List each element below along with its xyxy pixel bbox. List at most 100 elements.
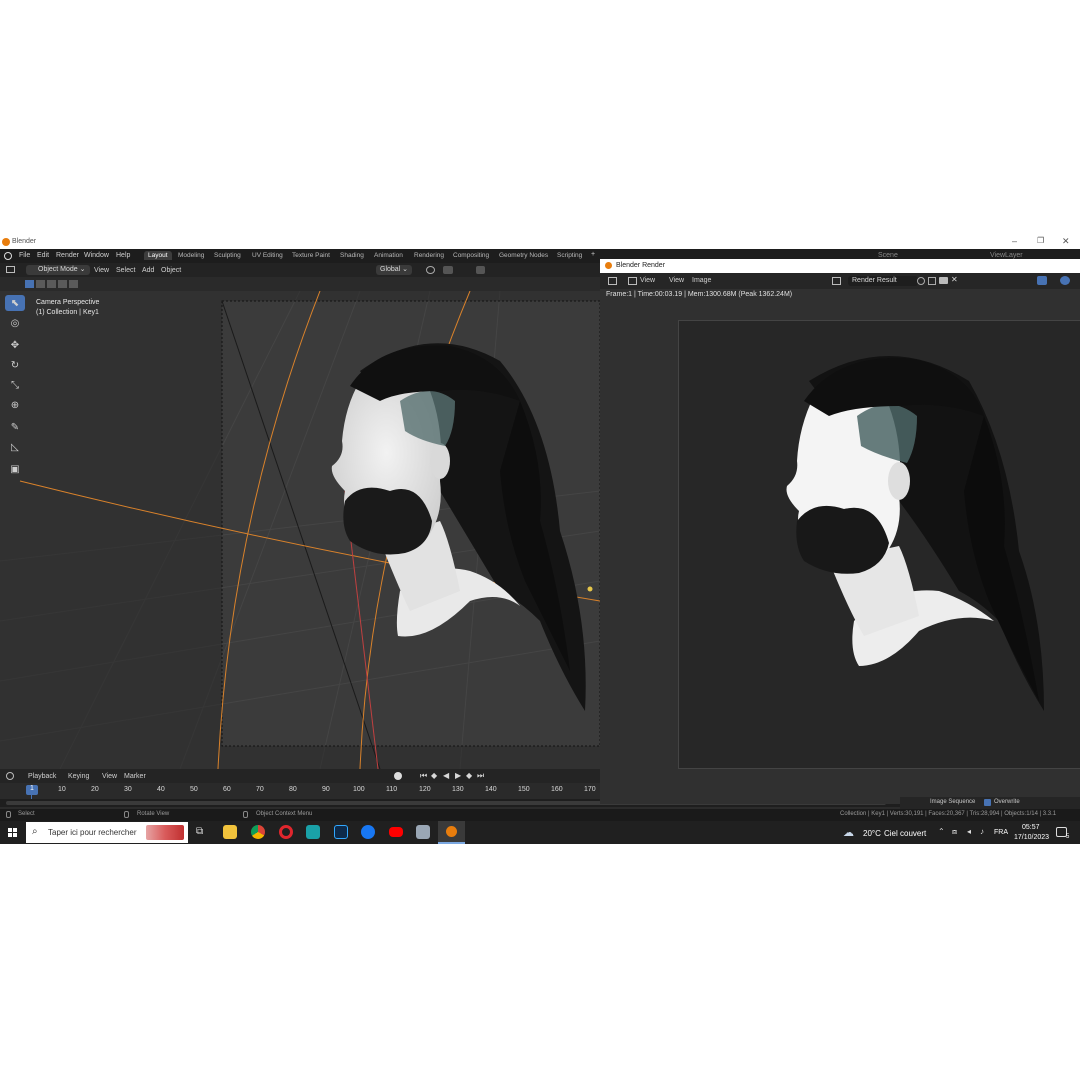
record-button[interactable] — [394, 772, 402, 780]
menu-help[interactable]: Help — [116, 252, 130, 259]
task-view-icon[interactable]: ⧉ — [196, 826, 203, 837]
photoshop-icon[interactable] — [334, 825, 348, 839]
render-menu-view[interactable]: View — [669, 277, 684, 284]
play-button[interactable]: ▶ — [455, 771, 461, 780]
clock-time[interactable]: 05:57 — [1022, 824, 1040, 831]
menu-edit[interactable]: Edit — [37, 252, 49, 259]
opera-icon[interactable] — [279, 825, 293, 839]
object-mode-dropdown[interactable]: Object Mode ⌄ — [26, 265, 90, 275]
overlay-toggle-icon[interactable] — [1060, 276, 1070, 285]
timeline-menu-marker[interactable]: Marker — [124, 773, 146, 780]
play-reverse-button[interactable]: ◀ — [443, 771, 449, 780]
snap-icon[interactable] — [426, 266, 435, 274]
menu-render[interactable]: Render — [56, 252, 79, 259]
select-mode-new-icon[interactable] — [25, 280, 34, 288]
file-explorer-icon[interactable] — [223, 825, 237, 839]
timeline-menu-keying[interactable]: Keying — [68, 773, 89, 780]
render-result-canvas[interactable] — [678, 320, 1080, 769]
browse-image-icon[interactable] — [832, 277, 841, 285]
tab-scripting[interactable]: Scripting — [553, 251, 586, 260]
taskbar-search-box[interactable]: ⌕ Taper ici pour rechercher — [26, 822, 188, 843]
viewport-menu-select[interactable]: Select — [116, 267, 135, 274]
tray-network-icon[interactable]: ⧈ — [952, 827, 957, 837]
tab-compositing[interactable]: Compositing — [449, 251, 493, 260]
blender-logo-icon — [2, 238, 10, 246]
open-folder-icon[interactable] — [939, 277, 948, 284]
render-menu-image[interactable]: Image — [692, 277, 711, 284]
gizmo-toggle-icon[interactable] — [1037, 276, 1047, 285]
measure-tool[interactable]: ◺ — [5, 439, 25, 455]
menu-window[interactable]: Window — [84, 252, 109, 259]
tray-speaker-icon[interactable]: ♪ — [980, 827, 984, 836]
add-cube-tool[interactable]: ▣ — [5, 461, 25, 477]
weather-temperature[interactable]: 20°C — [863, 829, 881, 838]
render-slot-field[interactable]: Render Result — [848, 276, 918, 286]
blender-taskbar-button[interactable] — [438, 821, 465, 844]
windows-start-icon[interactable] — [8, 828, 17, 837]
maximize-button[interactable]: ❐ — [1037, 236, 1044, 245]
menu-file[interactable]: File — [19, 252, 30, 259]
scale-tool[interactable]: ⤡ — [5, 377, 25, 393]
transform-tool[interactable]: ⊕ — [5, 397, 25, 413]
input-language[interactable]: FRA — [994, 829, 1008, 836]
scene-selector[interactable]: Scene — [878, 252, 898, 259]
3d-viewport[interactable]: Camera Perspective (1) Collection | Key1… — [0, 291, 600, 769]
tab-geometry-nodes[interactable]: Geometry Nodes — [495, 251, 552, 260]
timeline-ruler[interactable]: 1 10 20 30 40 50 60 70 80 90 100 110 120… — [0, 783, 600, 805]
prev-keyframe-button[interactable]: ◆ — [431, 771, 437, 780]
timeline-menu-playback[interactable]: Playback — [28, 773, 56, 780]
weather-description[interactable]: Ciel couvert — [884, 829, 926, 838]
tab-layout[interactable]: Layout — [144, 251, 172, 260]
next-keyframe-button[interactable]: ◆ — [466, 771, 472, 780]
editor-type-icon[interactable] — [6, 266, 15, 273]
viewlayer-selector[interactable]: ViewLayer — [990, 252, 1023, 259]
select-mode-subtract-icon[interactable] — [47, 280, 56, 288]
image-mode-icon[interactable] — [628, 277, 637, 285]
image-viewer-icon[interactable] — [416, 825, 430, 839]
tray-chevron-icon[interactable]: ⌃ — [938, 827, 945, 836]
tab-shading[interactable]: Shading — [336, 251, 368, 260]
select-box-tool[interactable]: ⬉ — [5, 295, 25, 311]
facebook-icon[interactable] — [361, 825, 375, 839]
add-workspace-button[interactable]: + — [591, 251, 595, 258]
jump-start-button[interactable]: ⏮ — [420, 771, 427, 781]
tray-volume-icon[interactable]: ◂ — [967, 827, 971, 836]
transform-orientation-dropdown[interactable]: Global ⌄ — [376, 265, 413, 275]
tab-texture-paint[interactable]: Texture Paint — [288, 251, 334, 260]
viewport-menu-object[interactable]: Object — [161, 267, 181, 274]
select-mode-intersect-icon[interactable] — [69, 280, 78, 288]
clock-date[interactable]: 17/10/2023 — [1014, 834, 1049, 841]
maya-icon[interactable] — [306, 825, 320, 839]
image-editor-type-icon[interactable] — [608, 277, 617, 285]
tab-sculpting[interactable]: Sculpting — [210, 251, 245, 260]
minimize-button[interactable]: – — [1012, 236, 1017, 246]
unlink-image-icon[interactable]: ✕ — [951, 275, 958, 284]
render-mode-dropdown[interactable]: View — [640, 277, 655, 284]
youtube-icon[interactable] — [389, 827, 403, 837]
blender-menu-icon[interactable] — [4, 252, 12, 260]
timeline-editor-icon[interactable] — [6, 772, 14, 780]
tab-rendering[interactable]: Rendering — [410, 251, 448, 260]
viewport-menu-view[interactable]: View — [94, 267, 109, 274]
duplicate-image-icon[interactable] — [928, 277, 936, 285]
weather-icon[interactable]: ☁ — [843, 826, 854, 839]
tab-modeling[interactable]: Modeling — [174, 251, 208, 260]
overwrite-checkbox[interactable] — [984, 799, 991, 806]
rotate-tool[interactable]: ↻ — [5, 357, 25, 373]
annotate-tool[interactable]: ✎ — [5, 419, 25, 435]
snapping-toggle[interactable] — [443, 266, 453, 274]
tab-animation[interactable]: Animation — [370, 251, 407, 260]
cursor-tool[interactable]: ◎ — [5, 315, 25, 331]
current-frame-indicator[interactable]: 1 — [26, 785, 38, 795]
chrome-icon[interactable] — [251, 825, 265, 839]
jump-end-button[interactable]: ⏭ — [477, 771, 484, 781]
select-mode-invert-icon[interactable] — [58, 280, 67, 288]
viewport-menu-add[interactable]: Add — [142, 267, 154, 274]
tab-uv-editing[interactable]: UV Editing — [248, 251, 287, 260]
select-mode-extend-icon[interactable] — [36, 280, 45, 288]
close-button[interactable]: ✕ — [1062, 236, 1070, 247]
proportional-edit-icon[interactable] — [476, 266, 485, 274]
fake-user-icon[interactable] — [917, 277, 925, 285]
timeline-menu-view[interactable]: View — [102, 773, 117, 780]
move-tool[interactable]: ✥ — [5, 337, 25, 353]
